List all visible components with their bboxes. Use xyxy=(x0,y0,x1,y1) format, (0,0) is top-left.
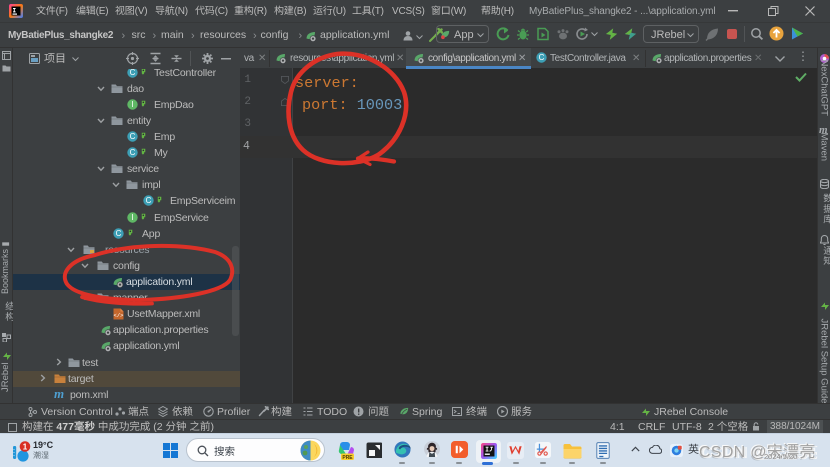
svg-text:</>: </> xyxy=(114,312,124,319)
svg-text:I: I xyxy=(131,213,133,222)
svg-text:C: C xyxy=(539,53,545,62)
svg-text:C: C xyxy=(116,229,122,238)
svg-text:C: C xyxy=(130,132,136,141)
svg-text:C: C xyxy=(130,68,136,77)
svg-text:1: 1 xyxy=(23,442,28,451)
svg-text:C: C xyxy=(146,196,152,205)
svg-text:PRE: PRE xyxy=(342,455,353,461)
svg-text:I: I xyxy=(131,100,133,109)
svg-text:C: C xyxy=(130,148,136,157)
